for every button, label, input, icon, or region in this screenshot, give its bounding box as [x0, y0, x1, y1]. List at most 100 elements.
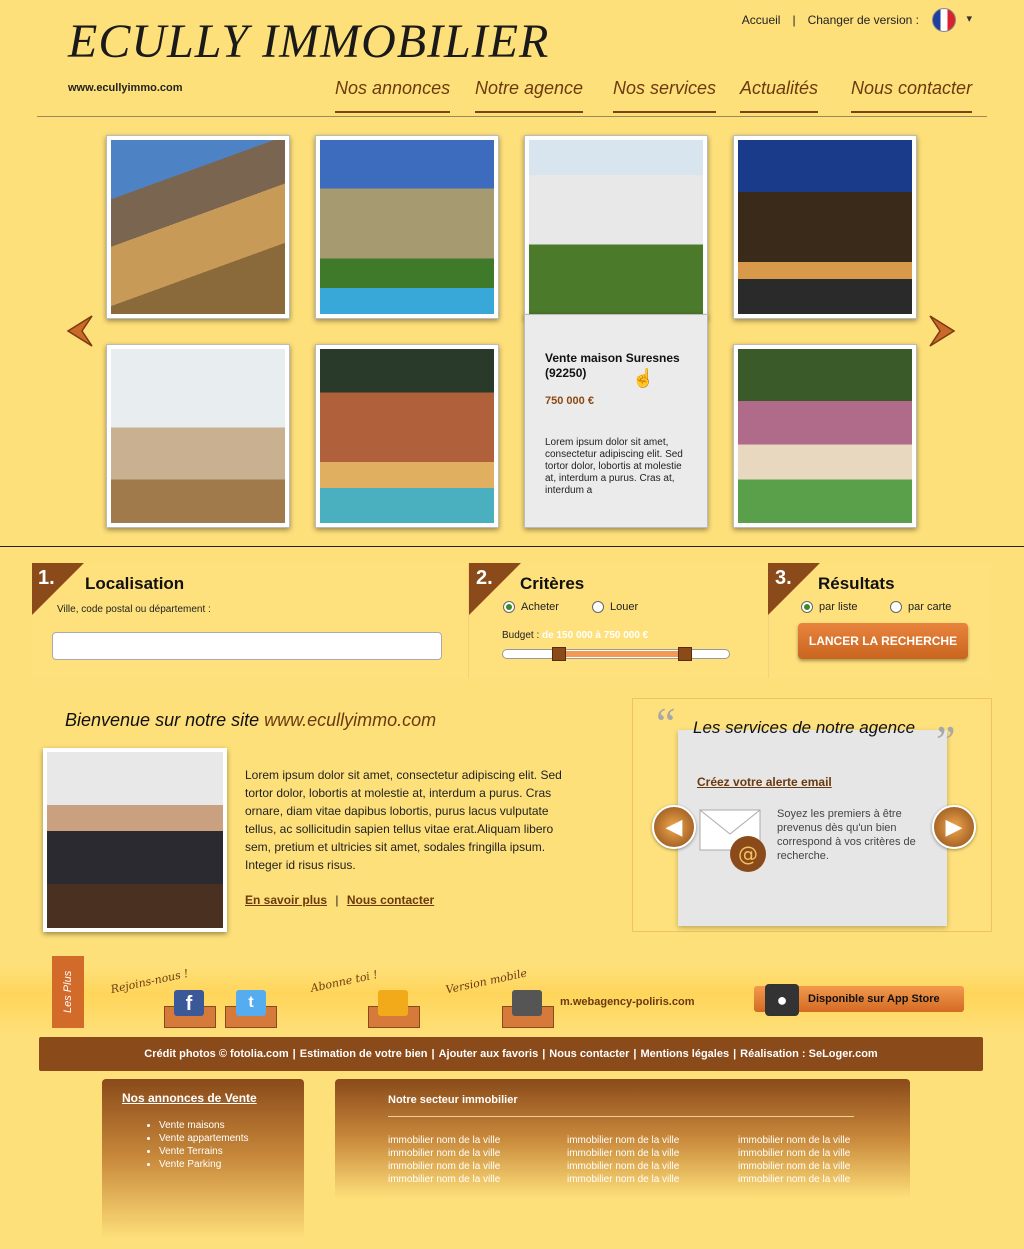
budget-label: Budget : de 150 000 à 750 000 € — [502, 630, 649, 641]
les-plus-tab: Les Plus — [52, 956, 84, 1028]
footer-link-favorites[interactable]: Ajouter aux favoris — [439, 1048, 539, 1060]
open-quote-icon: “ — [656, 699, 676, 748]
sales-list: Vente maisons Vente appartements Vente T… — [159, 1119, 249, 1171]
sector-item[interactable]: immobilier nom de la ville — [388, 1160, 500, 1173]
step3-title: Résultats — [818, 574, 895, 593]
services-prev-icon[interactable]: ◀ — [652, 805, 696, 849]
footer-link-legal[interactable]: Mentions légales — [640, 1048, 729, 1060]
property-description: Lorem ipsum dolor sit amet, consectetur … — [545, 437, 683, 496]
contact-link[interactable]: Nous contacter — [347, 893, 434, 907]
step3-number: 3. — [775, 567, 792, 589]
footer-link-credits[interactable]: Crédit photos © fotolia.com — [144, 1048, 288, 1060]
rss-icon[interactable] — [378, 990, 408, 1016]
sector-item[interactable]: immobilier nom de la ville — [388, 1134, 500, 1147]
nav-actualites[interactable]: Actualités — [740, 78, 819, 113]
property-photo-living-room[interactable] — [106, 344, 290, 528]
header-divider — [37, 116, 987, 117]
property-info-card[interactable]: Vente maison Suresnes (92250) 750 000 € … — [524, 314, 708, 528]
property-photo-stone-house[interactable] — [315, 135, 499, 319]
sales-item[interactable]: Vente appartements — [159, 1132, 249, 1145]
close-quote-icon: ” — [936, 717, 956, 766]
sector-column: Notre secteur immobilier immobilier nom … — [335, 1079, 910, 1199]
services-title: Les services de notre agence — [693, 718, 916, 737]
sector-item[interactable]: immobilier nom de la ville — [738, 1160, 850, 1173]
nav-contact[interactable]: Nous contacter — [851, 78, 973, 113]
sector-list-3: immobilier nom de la ville immobilier no… — [738, 1134, 850, 1186]
budget-range: de 150 000 à 750 000 € — [542, 630, 649, 641]
step1-number: 1. — [38, 567, 55, 589]
step2-number: 2. — [476, 567, 493, 589]
list-radio[interactable]: par liste — [801, 601, 858, 614]
welcome-text: Lorem ipsum dolor sit amet, consectetur … — [245, 768, 562, 872]
property-photo-wooden-house[interactable] — [315, 344, 499, 528]
launch-search-button[interactable]: LANCER LA RECHERCHE — [798, 623, 968, 659]
welcome-links: En savoir plus | Nous contacter — [245, 893, 435, 907]
footer-link-contact[interactable]: Nous contacter — [549, 1048, 629, 1060]
sector-item[interactable]: immobilier nom de la ville — [567, 1134, 679, 1147]
sector-item[interactable]: immobilier nom de la ville — [567, 1160, 679, 1173]
buy-radio[interactable]: Acheter — [503, 601, 559, 614]
top-links-separator: | — [792, 13, 796, 27]
top-links: Accueil | Changer de version : — [742, 13, 919, 27]
sales-item[interactable]: Vente maisons — [159, 1119, 249, 1132]
nav-annonces[interactable]: Nos annonces — [335, 78, 451, 113]
site-url: www.ecullyimmo.com — [68, 82, 183, 94]
welcome-title: Bienvenue sur notre site www.ecullyimmo.… — [65, 710, 437, 730]
twitter-icon[interactable]: t — [236, 990, 266, 1016]
budget-slider-fill — [559, 651, 685, 657]
site-logo[interactable]: ECULLY IMMOBILIER — [68, 14, 549, 69]
email-alert-text: Soyez les premiers à être prevenus dès q… — [777, 808, 916, 862]
property-photo-white-house[interactable] — [524, 135, 708, 319]
map-radio[interactable]: par carte — [890, 601, 951, 614]
sector-item[interactable]: immobilier nom de la ville — [567, 1147, 679, 1160]
sector-item[interactable]: immobilier nom de la ville — [388, 1173, 500, 1186]
sector-divider — [388, 1116, 854, 1117]
rent-radio[interactable]: Louer — [592, 601, 638, 614]
footer-links-bar: Crédit photos © fotolia.com | Estimation… — [39, 1037, 983, 1071]
budget-max-handle[interactable] — [678, 647, 692, 661]
sector-item[interactable]: immobilier nom de la ville — [738, 1147, 850, 1160]
gallery-next-arrow-icon[interactable] — [928, 314, 958, 347]
location-input[interactable] — [52, 632, 442, 660]
chevron-down-icon[interactable]: ▾ — [966, 12, 972, 25]
property-photo-night-pavilion[interactable] — [733, 135, 917, 319]
footer-link-realisation[interactable]: Réalisation : SeLoger.com — [740, 1048, 878, 1060]
mobile-site-link[interactable]: m.webagency-poliris.com — [560, 996, 694, 1008]
sales-item[interactable]: Vente Terrains — [159, 1145, 249, 1158]
french-flag-icon[interactable] — [932, 8, 956, 32]
step1-title: Localisation — [85, 574, 185, 593]
welcome-url: www.ecullyimmo.com — [264, 710, 437, 730]
property-photo-garden-villa[interactable] — [733, 344, 917, 528]
sales-title[interactable]: Nos annonces de Vente — [122, 1091, 257, 1105]
nav-agence[interactable]: Notre agence — [475, 78, 584, 113]
budget-min-handle[interactable] — [552, 647, 566, 661]
change-version-label: Changer de version : — [807, 13, 919, 27]
mobile-phone-icon[interactable] — [512, 990, 542, 1016]
sector-title: Notre secteur immobilier — [388, 1094, 518, 1106]
gallery-prev-arrow-icon[interactable] — [64, 314, 94, 347]
sector-item[interactable]: immobilier nom de la ville — [738, 1134, 850, 1147]
section-divider — [0, 546, 1024, 547]
sector-list-1: immobilier nom de la ville immobilier no… — [388, 1134, 500, 1186]
apple-icon[interactable]: ● — [765, 984, 799, 1016]
email-alert-link[interactable]: Créez votre alerte email — [697, 775, 832, 789]
sales-column: Nos annonces de Vente Vente maisons Vent… — [102, 1079, 304, 1239]
hand-cursor-icon: ☝ — [632, 368, 655, 388]
property-price: 750 000 € — [545, 395, 594, 407]
sector-item[interactable]: immobilier nom de la ville — [388, 1147, 500, 1160]
footer-link-estimation[interactable]: Estimation de votre bien — [300, 1048, 428, 1060]
learn-more-link[interactable]: En savoir plus — [245, 893, 327, 907]
sector-item[interactable]: immobilier nom de la ville — [738, 1173, 850, 1186]
nav-services[interactable]: Nos services — [613, 78, 717, 113]
property-title[interactable]: Vente maison Suresnes (92250) — [545, 351, 689, 381]
step2-title: Critères — [520, 574, 585, 593]
home-link[interactable]: Accueil — [742, 13, 781, 27]
sales-item[interactable]: Vente Parking — [159, 1158, 249, 1171]
property-photo-modern-villa[interactable] — [106, 135, 290, 319]
sector-item[interactable]: immobilier nom de la ville — [567, 1173, 679, 1186]
email-envelope-icon: @ — [698, 808, 772, 879]
facebook-icon[interactable]: f — [174, 990, 204, 1016]
services-next-icon[interactable]: ▶ — [932, 805, 976, 849]
location-label: Ville, code postal ou département : — [57, 604, 211, 615]
svg-text:@: @ — [738, 842, 758, 866]
